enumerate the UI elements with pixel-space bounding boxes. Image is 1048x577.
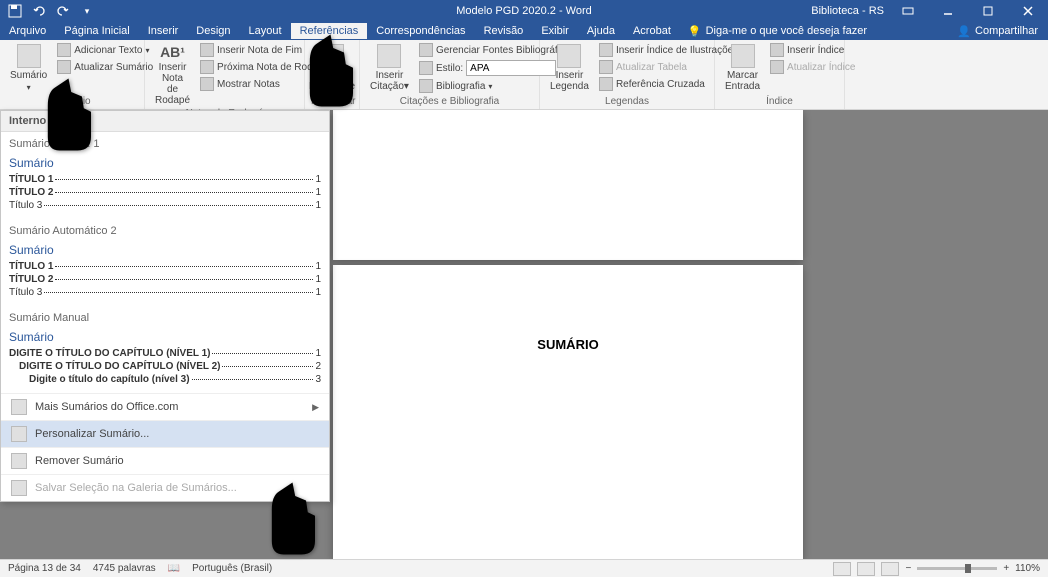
group-sumario: Sumário: [6, 96, 138, 109]
document-heading: SUMÁRIO: [537, 337, 598, 352]
page-previous[interactable]: [333, 110, 803, 260]
endnote-icon: [200, 43, 214, 57]
print-layout-button[interactable]: [857, 562, 875, 576]
status-bar: Página 13 de 34 4745 palavras 📖 Portuguê…: [0, 559, 1048, 577]
salvar-galeria: Salvar Seleção na Galeria de Sumários...: [1, 474, 329, 501]
zoom-slider[interactable]: [917, 567, 997, 570]
share-icon: 👤: [957, 25, 971, 38]
section-auto1: Sumário A.......... 1: [1, 132, 329, 154]
tell-me[interactable]: 💡 Diga-me o que você deseja fazer: [680, 25, 875, 38]
style-icon: [419, 61, 433, 75]
save-gallery-icon: [11, 480, 27, 496]
sumario-button[interactable]: Sumário ▾: [6, 42, 51, 94]
save-icon[interactable]: [6, 2, 24, 20]
inserir-nota-rodape-button[interactable]: AB¹ Inserir Notade Rodapé: [151, 42, 194, 108]
section-manual: Sumário Manual: [1, 306, 329, 328]
qat-dropdown-icon[interactable]: ▾: [78, 2, 96, 20]
tell-me-label: Diga-me o que você deseja fazer: [706, 25, 867, 37]
web-layout-button[interactable]: [881, 562, 899, 576]
tab-exibir[interactable]: Exibir: [532, 23, 578, 39]
insert-index-icon: [770, 43, 784, 57]
pesquisa-button[interactable]: PesquisaInteligente: [305, 42, 359, 94]
document-title: Modelo PGD 2020.2 - Word: [456, 5, 592, 17]
page-indicator[interactable]: Página 13 de 34: [8, 563, 81, 574]
tab-design[interactable]: Design: [187, 23, 239, 39]
bibliography-icon: [419, 79, 433, 93]
tab-revisao[interactable]: Revisão: [475, 23, 533, 39]
citation-icon: [377, 44, 401, 68]
zoom-out-button[interactable]: −: [905, 563, 911, 574]
share-button[interactable]: 👤 Compartilhar: [957, 25, 1048, 38]
sumario-dropdown: Interno Sumário A.......... 1 Sumário TÍ…: [0, 110, 330, 502]
tab-pagina-inicial[interactable]: Página Inicial: [55, 23, 138, 39]
add-text-icon: [57, 43, 71, 57]
tab-layout[interactable]: Layout: [240, 23, 291, 39]
add-text-button[interactable]: Adicionar Texto▾: [55, 42, 155, 58]
tab-arquivo[interactable]: Arquivo: [0, 23, 55, 39]
atualizar-indice-button[interactable]: Atualizar Índice: [768, 59, 857, 75]
tab-referencias[interactable]: Referências: [291, 23, 368, 39]
sumario-icon: [17, 44, 41, 68]
show-notes-icon: [200, 77, 214, 91]
search-icon: [320, 44, 344, 68]
personalizar-sumario[interactable]: Personalizar Sumário...: [1, 420, 329, 447]
language-indicator[interactable]: Português (Brasil): [192, 563, 272, 574]
zoom-level[interactable]: 110%: [1015, 563, 1040, 574]
tab-ajuda[interactable]: Ajuda: [578, 23, 624, 39]
caption-icon: [557, 44, 581, 68]
minimize-button[interactable]: [932, 1, 964, 21]
remover-sumario[interactable]: Remover Sumário: [1, 447, 329, 474]
preview-auto1[interactable]: Sumário TÍTULO 11 TÍTULO 21 Título 31: [9, 156, 321, 211]
read-mode-button[interactable]: [833, 562, 851, 576]
group-pesquisar: Pesquisar: [311, 96, 353, 109]
globe-icon: [11, 399, 27, 415]
ribbon-options-icon[interactable]: [892, 1, 924, 21]
ab-icon: AB¹: [160, 44, 185, 60]
update-table-icon: [599, 60, 613, 74]
manage-sources-icon: [419, 43, 433, 57]
mark-entry-icon: [731, 44, 755, 68]
refresh-icon: [57, 60, 71, 74]
share-label: Compartilhar: [975, 25, 1038, 37]
group-indice: Índice: [721, 96, 838, 109]
dropdown-header: Interno: [1, 111, 329, 132]
section-auto2: Sumário Automático 2: [1, 219, 329, 241]
update-index-icon: [770, 60, 784, 74]
sumario-label: Sumário: [10, 70, 47, 81]
inserir-legenda-button[interactable]: InserirLegenda: [546, 42, 593, 94]
more-office-sumarios[interactable]: Mais Sumários do Office.com ▶: [1, 393, 329, 420]
inserir-indice-button[interactable]: Inserir Índice: [768, 42, 857, 58]
lightbulb-icon: 💡: [688, 25, 702, 38]
close-button[interactable]: [1012, 1, 1044, 21]
menu-bar: Arquivo Página Inicial Inserir Design La…: [0, 22, 1048, 40]
preview-manual[interactable]: Sumário DIGITE O TÍTULO DO CAPÍTULO (NÍV…: [9, 330, 321, 385]
tab-inserir[interactable]: Inserir: [139, 23, 188, 39]
marcar-entrada-button[interactable]: MarcarEntrada: [721, 42, 764, 94]
library-label: Biblioteca - RS: [811, 5, 884, 17]
next-note-icon: [200, 60, 214, 74]
inserir-citacao-button[interactable]: InserirCitação▾: [366, 42, 413, 94]
maximize-button[interactable]: [972, 1, 1004, 21]
word-count[interactable]: 4745 palavras: [93, 563, 156, 574]
page-current[interactable]: SUMÁRIO: [333, 265, 803, 559]
remove-icon: [11, 453, 27, 469]
redo-icon[interactable]: [54, 2, 72, 20]
spellcheck-icon[interactable]: 📖: [168, 563, 180, 574]
ribbon: Sumário ▾ Adicionar Texto▾ Atualizar Sum…: [0, 40, 1048, 110]
chevron-right-icon: ▶: [312, 402, 319, 413]
fig-index-icon: [599, 43, 613, 57]
zoom-in-button[interactable]: +: [1003, 563, 1009, 574]
crossref-icon: [599, 77, 613, 91]
group-legendas: Legendas: [546, 96, 708, 109]
tab-acrobat[interactable]: Acrobat: [624, 23, 680, 39]
preview-auto2[interactable]: Sumário TÍTULO 11 TÍTULO 21 Título 31: [9, 243, 321, 298]
title-bar: ▾ Modelo PGD 2020.2 - Word Biblioteca - …: [0, 0, 1048, 22]
undo-icon[interactable]: [30, 2, 48, 20]
update-sumario-button[interactable]: Atualizar Sumário: [55, 59, 155, 75]
customize-icon: [11, 426, 27, 442]
tab-correspondencias[interactable]: Correspondências: [367, 23, 474, 39]
group-citacoes: Citações e Bibliografia: [366, 96, 533, 109]
